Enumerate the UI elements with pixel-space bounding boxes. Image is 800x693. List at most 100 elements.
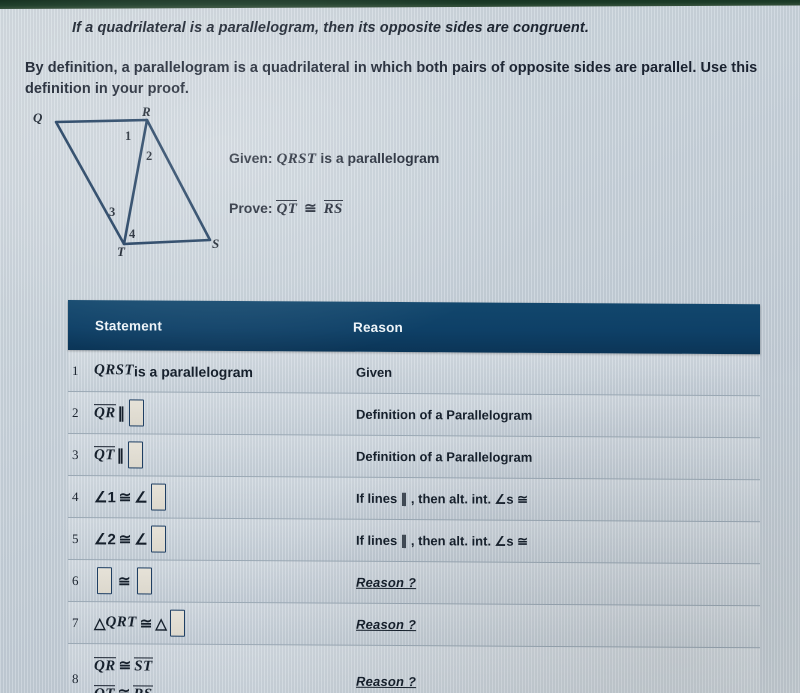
- answer-blank-box[interactable]: [97, 567, 112, 595]
- angle-label-4: 4: [129, 227, 136, 241]
- statement-line: QR ≅ ST: [94, 656, 153, 676]
- reason-text: Definition of a Parallelogram: [356, 448, 533, 465]
- reason-question-link[interactable]: Reason ?: [356, 673, 416, 688]
- parallel-icon: ∥: [116, 446, 124, 464]
- angle-label-3: 3: [109, 205, 116, 219]
- row-number: 1: [72, 362, 79, 378]
- congruent-icon: ≅: [118, 530, 132, 548]
- statement-cell: ≅: [94, 567, 356, 596]
- prove-label: Prove:: [229, 200, 273, 216]
- angle-icon: ∠: [134, 530, 148, 548]
- row-number: 4: [72, 488, 79, 504]
- table-row: 8QR≅STQT≅RSReason ?: [68, 644, 760, 693]
- given-subject: QRST: [276, 151, 317, 167]
- reason-cell[interactable]: Reason ?: [356, 673, 760, 690]
- reason-cell[interactable]: Reason ?: [356, 575, 760, 592]
- theorem-statement: If a quadrilateral is a parallelogram, t…: [72, 20, 589, 36]
- segment-label: QT: [94, 445, 115, 464]
- answer-blank-box[interactable]: [169, 609, 185, 637]
- given-statement: Given: QRST is a parallelogram: [229, 150, 439, 168]
- screen-bezel-band: [0, 0, 800, 9]
- vertex-label-r: R: [142, 104, 151, 119]
- vertex-label-q: Q: [33, 110, 43, 125]
- segment-left: QR: [94, 656, 116, 675]
- triangle-icon: △: [155, 615, 167, 633]
- angle-icon: ∠: [134, 488, 148, 506]
- statement-cell: QRST is a parallelogram: [94, 362, 356, 381]
- table-header-row: Statement Reason: [68, 300, 760, 355]
- definition-instructions: By definition, a parallelogram is a quad…: [25, 60, 758, 97]
- statement-cell: ∠1 ≅ ∠: [94, 483, 356, 512]
- congruent-icon: ≅: [139, 614, 153, 633]
- segment-right: ST: [134, 657, 153, 676]
- reason-cell[interactable]: Reason ?: [356, 617, 760, 634]
- reason-question-link[interactable]: Reason ?: [356, 575, 416, 590]
- row-number: 8: [72, 671, 79, 687]
- segment-right: RS: [133, 684, 153, 693]
- answer-blank-box[interactable]: [150, 483, 166, 511]
- table-row: 7 △ QRT ≅ △ Reason ?: [68, 602, 760, 649]
- row-number: 7: [72, 614, 79, 630]
- reason-cell: Definition of a Parallelogram: [356, 407, 760, 424]
- congruent-icon: ≅: [118, 657, 132, 675]
- answer-blank-box[interactable]: [150, 525, 166, 553]
- angle-label-2: 2: [146, 149, 153, 163]
- given-text: is a parallelogram: [320, 150, 440, 166]
- math-variable: QRST: [94, 362, 134, 379]
- table-row: 5 ∠2 ≅ ∠ If lines ∥ , then alt. int. ∠s ≅: [68, 518, 760, 565]
- table-body: 1 QRST is a parallelogram Given 2 QR ∥ Definit…: [68, 350, 760, 693]
- reason-text: Given: [356, 364, 393, 380]
- row-number: 5: [72, 530, 79, 546]
- table-row: 2 QR ∥ Definition of a Parallelogram: [68, 392, 760, 439]
- given-label: Given:: [229, 150, 273, 166]
- reason-question-link[interactable]: Reason ?: [356, 617, 416, 632]
- segment-left: QT: [94, 684, 115, 693]
- table-row: 6 ≅ Reason ?: [68, 560, 760, 607]
- vertex-label-s: S: [212, 236, 220, 251]
- parallelogram-qrst-diagram: Q R S T 1 2 3 4: [20, 104, 250, 269]
- statement-stack: QR≅STQT≅RS: [94, 649, 153, 693]
- statement-cell: △ QRT ≅ △: [94, 609, 356, 638]
- statement-cell: QR≅STQT≅RS: [94, 649, 356, 693]
- answer-blank-box[interactable]: [129, 399, 145, 427]
- congruent-icon: ≅: [118, 488, 132, 506]
- answer-blank-box[interactable]: [136, 567, 152, 595]
- prove-segment-right: RS: [323, 200, 343, 217]
- reason-cell: Given: [356, 365, 760, 382]
- screenshot-page: If a quadrilateral is a parallelogram, t…: [0, 0, 800, 693]
- table-row: 4 ∠1 ≅ ∠ If lines ∥ , then alt. int. ∠s ≅: [68, 476, 760, 523]
- reason-cell: Definition of a Parallelogram: [356, 449, 760, 466]
- congruent-icon: ≅: [118, 572, 131, 590]
- prove-statement: Prove: QT ≅ RS: [229, 199, 343, 218]
- angle-icon: ∠2: [94, 530, 116, 548]
- row-number: 6: [72, 572, 79, 588]
- angle-icon: ∠1: [94, 488, 116, 506]
- statement-cell: QT ∥: [94, 441, 356, 470]
- congruent-icon: ≅: [115, 685, 134, 693]
- congruent-icon: ≅: [304, 200, 317, 217]
- prove-segment-left: QT: [276, 200, 298, 217]
- reason-cell: If lines ∥ , then alt. int. ∠s ≅: [356, 490, 760, 508]
- two-column-proof-table: Statement Reason 1 QRST is a parallelogra…: [68, 300, 760, 693]
- statement-line: QT≅RS: [94, 684, 153, 693]
- row-number: 2: [72, 404, 79, 420]
- statement-text: is a parallelogram: [133, 362, 254, 380]
- table-row: 3 QT ∥ Definition of a Parallelogram: [68, 434, 760, 481]
- answer-blank-box[interactable]: [128, 441, 144, 469]
- reason-text: If lines ∥ , then alt. int. ∠s ≅: [356, 490, 529, 507]
- math-variable: QRT: [105, 614, 137, 631]
- reason-text: Definition of a Parallelogram: [356, 406, 533, 423]
- row-number: 3: [72, 446, 79, 462]
- quadrilateral-outline: [54, 118, 212, 246]
- triangle-icon: △: [94, 614, 106, 632]
- vertex-label-t: T: [117, 244, 125, 259]
- statement-cell: QR ∥: [94, 399, 356, 428]
- table-row: 1 QRST is a parallelogram Given: [68, 350, 760, 397]
- column-header-statement: Statement: [95, 317, 163, 334]
- reason-cell: If lines ∥ , then alt. int. ∠s ≅: [356, 532, 760, 550]
- angle-label-1: 1: [125, 129, 132, 143]
- parallel-icon: ∥: [117, 404, 125, 422]
- segment-label: QR: [94, 403, 116, 422]
- reason-text: If lines ∥ , then alt. int. ∠s ≅: [356, 532, 529, 549]
- column-header-reason: Reason: [353, 319, 403, 335]
